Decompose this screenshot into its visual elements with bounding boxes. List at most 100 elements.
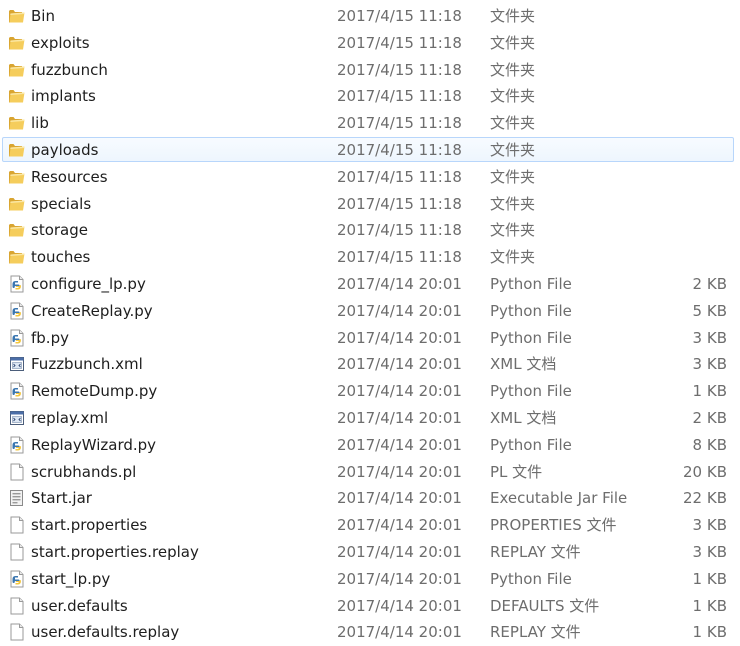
file-row-start-jar[interactable]: Start.jar 2017/4/14 20:01 Executable Jar… bbox=[2, 485, 734, 510]
file-row-replay-xml[interactable]: replay.xml 2017/4/14 20:01 XML 文档 2 KB bbox=[2, 405, 734, 430]
file-date-modified: 2017/4/15 11:18 bbox=[337, 167, 462, 186]
file-name: CreateReplay.py bbox=[31, 301, 153, 320]
file-date-modified: 2017/4/15 11:18 bbox=[337, 60, 462, 79]
file-date-modified: 2017/4/14 20:01 bbox=[337, 409, 462, 427]
file-size: 20 KB bbox=[683, 462, 727, 481]
file-date-modified: 2017/4/14 20:01 bbox=[337, 301, 462, 320]
file-size: 3 KB bbox=[692, 543, 727, 561]
file-size: 1 KB bbox=[692, 382, 727, 401]
file-name: Resources bbox=[31, 167, 108, 186]
file-name: start.properties bbox=[31, 516, 148, 535]
file-type: 文件夹 bbox=[490, 248, 536, 267]
file-name: specials bbox=[31, 194, 92, 213]
blank-file-icon bbox=[8, 543, 26, 561]
file-type: 文件夹 bbox=[490, 141, 536, 159]
file-name: configure_lp.py bbox=[31, 275, 146, 293]
file-row-replaywizard-py[interactable]: ReplayWizard.py 2017/4/14 20:01 Python F… bbox=[2, 432, 734, 457]
file-date-modified: 2017/4/14 20:01 bbox=[337, 382, 462, 401]
file-name: storage bbox=[31, 221, 88, 240]
blank-file-icon bbox=[8, 463, 26, 481]
file-type: Python File bbox=[490, 301, 572, 320]
file-type: PL 文件 bbox=[490, 462, 543, 481]
file-type: DEFAULTS 文件 bbox=[490, 596, 600, 615]
file-date-modified: 2017/4/14 20:01 bbox=[337, 355, 462, 374]
file-type: 文件夹 bbox=[490, 60, 536, 79]
file-row-user-defaults-replay[interactable]: user.defaults.replay 2017/4/14 20:01 REP… bbox=[2, 619, 734, 644]
file-row-touches[interactable]: touches 2017/4/15 11:18 文件夹 bbox=[2, 244, 734, 269]
file-date-modified: 2017/4/14 20:01 bbox=[337, 489, 462, 508]
file-type: 文件夹 bbox=[490, 167, 536, 186]
file-date-modified: 2017/4/14 20:01 bbox=[337, 462, 462, 481]
file-size: 22 KB bbox=[683, 489, 727, 508]
file-row-storage[interactable]: storage 2017/4/15 11:18 文件夹 bbox=[2, 217, 734, 242]
file-date-modified: 2017/4/14 20:01 bbox=[337, 516, 462, 535]
file-row-resources[interactable]: Resources 2017/4/15 11:18 文件夹 bbox=[2, 164, 734, 189]
file-name: Bin bbox=[31, 7, 55, 25]
file-date-modified: 2017/4/15 11:18 bbox=[337, 221, 462, 240]
blank-file-icon bbox=[8, 623, 26, 641]
file-name: lib bbox=[31, 114, 49, 133]
file-row-start-properties-replay[interactable]: start.properties.replay 2017/4/14 20:01 … bbox=[2, 539, 734, 564]
folder-icon bbox=[8, 114, 26, 132]
file-size: 8 KB bbox=[692, 435, 727, 454]
file-row-remotedump-py[interactable]: RemoteDump.py 2017/4/14 20:01 Python Fil… bbox=[2, 378, 734, 403]
file-type: XML 文档 bbox=[490, 409, 557, 427]
folder-icon bbox=[8, 7, 26, 25]
file-row-fuzzbunch-xml[interactable]: Fuzzbunch.xml 2017/4/14 20:01 XML 文档 3 K… bbox=[2, 351, 734, 376]
file-row-specials[interactable]: specials 2017/4/15 11:18 文件夹 bbox=[2, 191, 734, 216]
python-file-icon bbox=[8, 436, 26, 454]
file-row-lib[interactable]: lib 2017/4/15 11:18 文件夹 bbox=[2, 110, 734, 135]
blank-file-icon bbox=[8, 516, 26, 534]
file-row-fuzzbunch[interactable]: fuzzbunch 2017/4/15 11:18 文件夹 bbox=[2, 57, 734, 82]
file-row-payloads[interactable]: payloads 2017/4/15 11:18 文件夹 bbox=[2, 137, 734, 162]
file-row-createreplay-py[interactable]: CreateReplay.py 2017/4/14 20:01 Python F… bbox=[2, 298, 734, 323]
file-size: 5 KB bbox=[692, 301, 727, 320]
file-date-modified: 2017/4/15 11:18 bbox=[337, 114, 462, 133]
folder-icon bbox=[8, 61, 26, 79]
xml-file-icon bbox=[8, 409, 26, 427]
file-row-start-properties[interactable]: start.properties 2017/4/14 20:01 PROPERT… bbox=[2, 512, 734, 537]
file-name: implants bbox=[31, 87, 96, 106]
folder-icon bbox=[8, 195, 26, 213]
file-type: Executable Jar File bbox=[490, 489, 628, 508]
file-date-modified: 2017/4/14 20:01 bbox=[337, 596, 462, 615]
file-name: replay.xml bbox=[31, 409, 109, 427]
file-date-modified: 2017/4/14 20:01 bbox=[337, 569, 462, 588]
python-file-icon bbox=[8, 570, 26, 588]
file-date-modified: 2017/4/15 11:18 bbox=[337, 7, 462, 25]
file-type: Python File bbox=[490, 275, 572, 293]
file-size: 3 KB bbox=[692, 328, 727, 347]
file-row-exploits[interactable]: exploits 2017/4/15 11:18 文件夹 bbox=[2, 30, 734, 55]
file-date-modified: 2017/4/15 11:18 bbox=[337, 248, 462, 267]
file-row-configure-lp-py[interactable]: configure_lp.py 2017/4/14 20:01 Python F… bbox=[2, 271, 734, 296]
file-name: RemoteDump.py bbox=[31, 382, 158, 401]
folder-icon bbox=[8, 87, 26, 105]
file-name: fb.py bbox=[31, 328, 69, 347]
file-name: exploits bbox=[31, 33, 90, 52]
file-type: Python File bbox=[490, 435, 572, 454]
file-size: 1 KB bbox=[692, 596, 727, 615]
file-row-scrubhands-pl[interactable]: scrubhands.pl 2017/4/14 20:01 PL 文件 20 K… bbox=[2, 459, 734, 484]
file-row-start-lp-py[interactable]: start_lp.py 2017/4/14 20:01 Python File … bbox=[2, 566, 734, 591]
file-date-modified: 2017/4/14 20:01 bbox=[337, 275, 462, 293]
file-row-fb-py[interactable]: fb.py 2017/4/14 20:01 Python File 3 KB bbox=[2, 325, 734, 350]
file-name: ReplayWizard.py bbox=[31, 435, 157, 454]
python-file-icon bbox=[8, 329, 26, 347]
folder-icon bbox=[8, 141, 26, 159]
file-size: 1 KB bbox=[692, 569, 727, 588]
file-row-bin[interactable]: Bin 2017/4/15 11:18 文件夹 bbox=[2, 3, 734, 28]
file-type: REPLAY 文件 bbox=[490, 623, 581, 642]
file-type: XML 文档 bbox=[490, 355, 557, 374]
xml-file-icon bbox=[8, 355, 26, 373]
file-name: touches bbox=[31, 248, 91, 267]
file-size: 3 KB bbox=[692, 355, 727, 374]
file-row-implants[interactable]: implants 2017/4/15 11:18 文件夹 bbox=[2, 83, 734, 108]
file-date-modified: 2017/4/14 20:01 bbox=[337, 328, 462, 347]
folder-icon bbox=[8, 248, 26, 266]
file-type: REPLAY 文件 bbox=[490, 543, 581, 561]
blank-file-icon bbox=[8, 597, 26, 615]
file-row-user-defaults[interactable]: user.defaults 2017/4/14 20:01 DEFAULTS 文… bbox=[2, 593, 734, 618]
python-file-icon bbox=[8, 382, 26, 400]
file-name: payloads bbox=[31, 141, 99, 159]
jar-file-icon bbox=[8, 489, 26, 507]
